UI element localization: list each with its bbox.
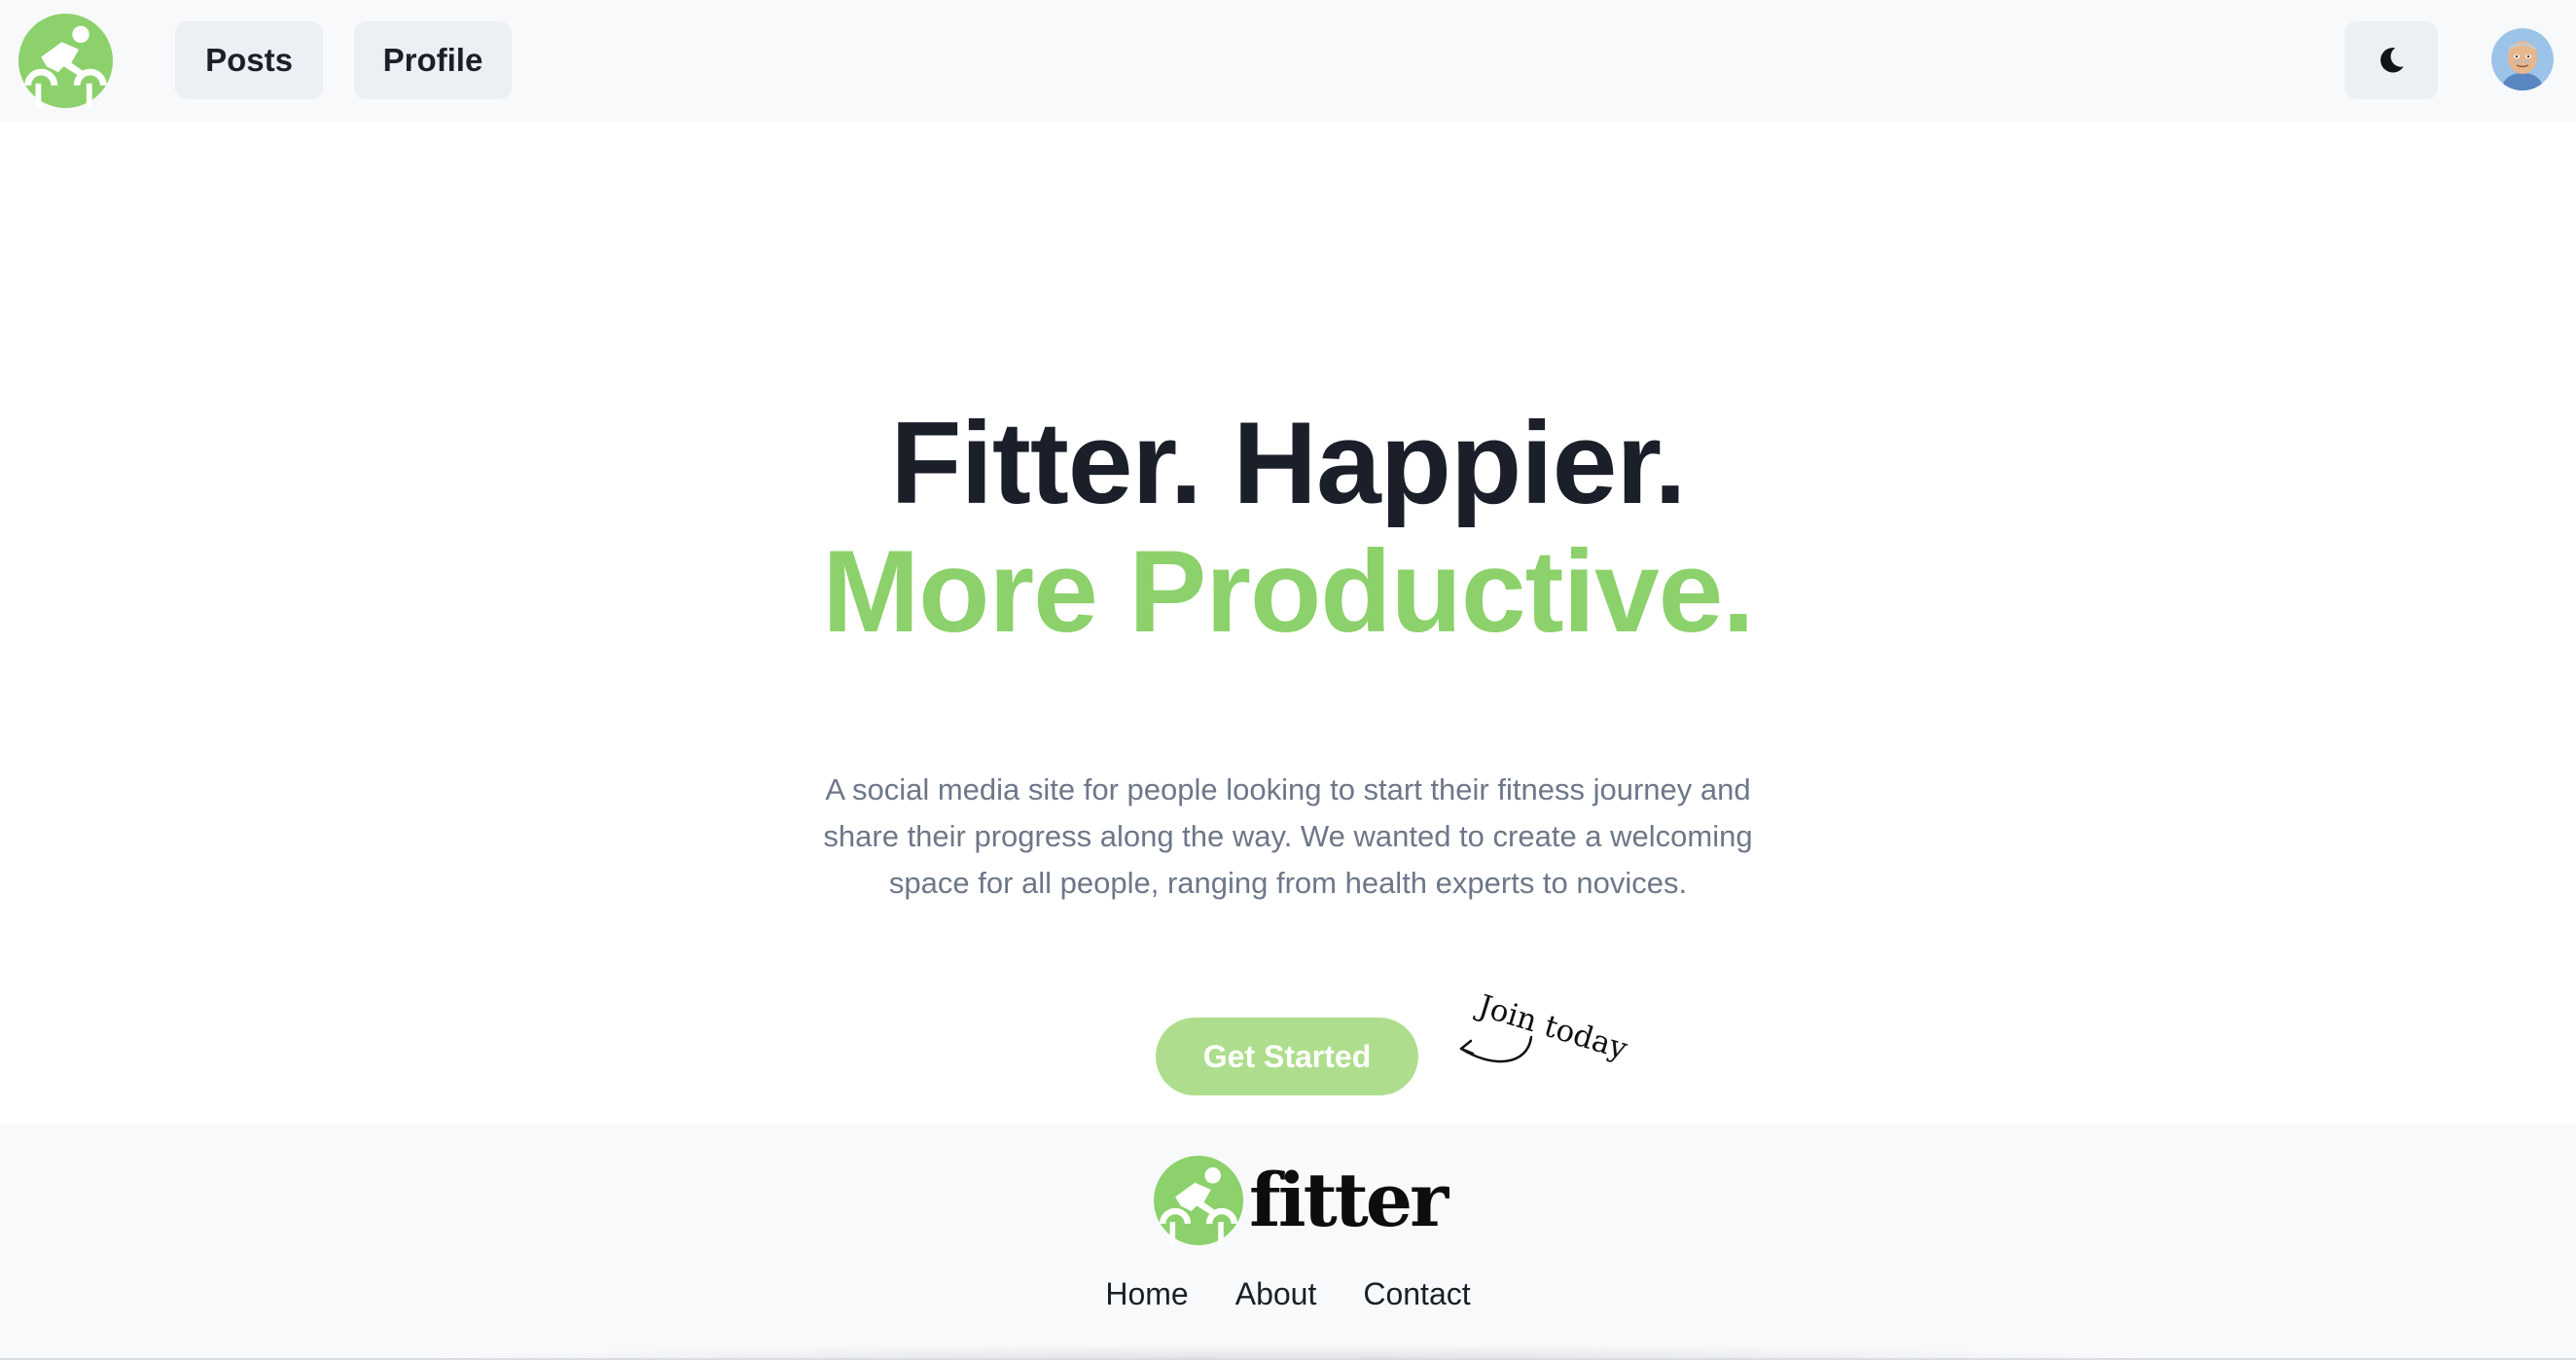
footer: fitter Home About Contact [0, 1125, 2576, 1360]
cyclist-logo-icon [1154, 1156, 1243, 1245]
footer-nav: Home About Contact [0, 1276, 2576, 1312]
join-today-annotation: Join today [1438, 973, 1652, 1080]
footer-wordmark: fitter [1249, 1157, 1449, 1243]
moon-icon [2380, 48, 2404, 73]
hero-heading-line2: More Productive. [822, 526, 1755, 657]
top-navbar: Posts Profile [0, 0, 2576, 122]
hero-heading: Fitter. Happier. More Productive. [0, 399, 2576, 656]
footer-link-about[interactable]: About [1235, 1276, 1317, 1312]
theme-toggle-button[interactable] [2344, 21, 2438, 99]
footer-link-home[interactable]: Home [1105, 1276, 1188, 1312]
cyclist-logo-icon[interactable] [18, 14, 113, 108]
footer-link-contact[interactable]: Contact [1363, 1276, 1470, 1312]
nav-posts-button[interactable]: Posts [175, 21, 323, 99]
nav-profile-button[interactable]: Profile [354, 21, 512, 99]
curved-arrow-icon [1459, 1035, 1533, 1063]
user-avatar[interactable] [2491, 28, 2554, 90]
hero-heading-line1: Fitter. Happier. [890, 398, 1687, 528]
hero-description: A social media site for people looking t… [823, 772, 1753, 900]
get-started-button[interactable]: Get Started [1156, 1018, 1418, 1095]
footer-brand[interactable]: fitter [1154, 1154, 1449, 1247]
